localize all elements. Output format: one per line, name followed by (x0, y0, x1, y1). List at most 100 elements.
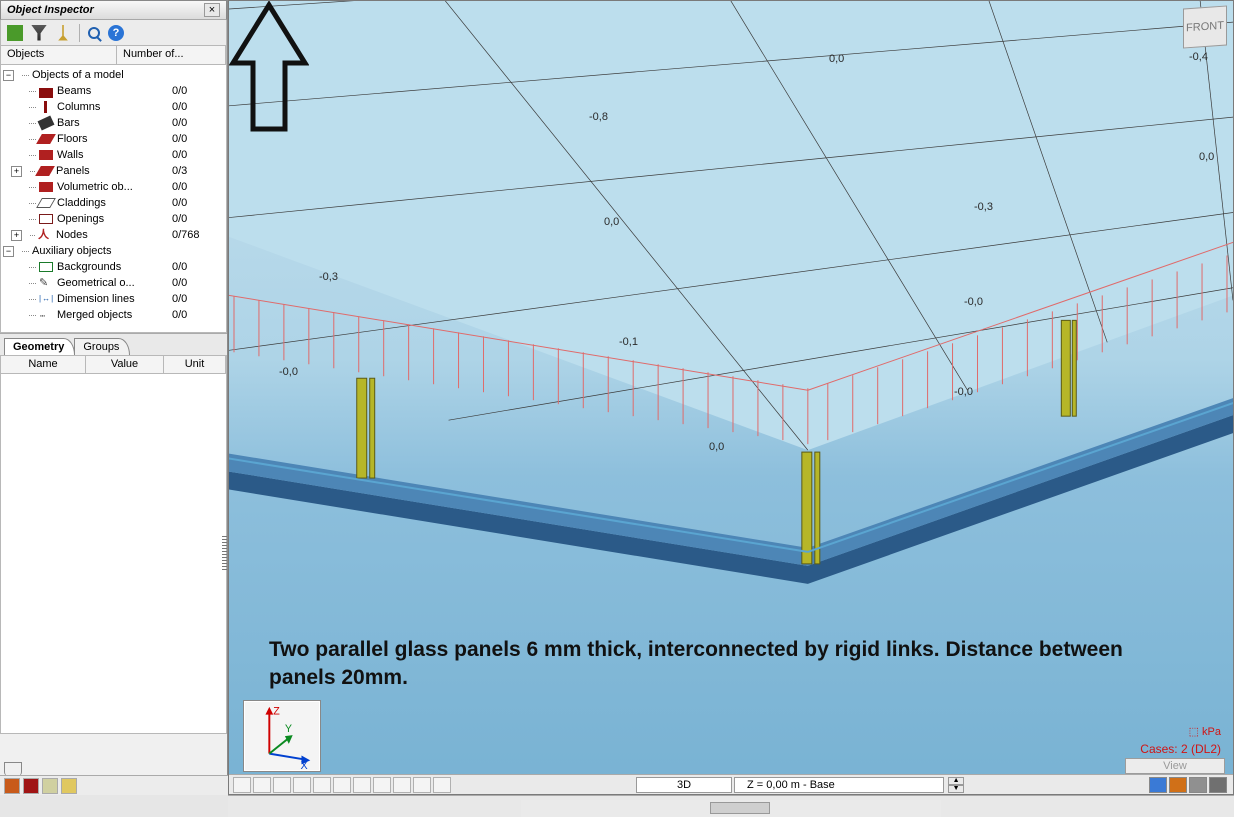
properties-body (0, 374, 227, 734)
axis-x-label: X (301, 760, 308, 771)
opening-icon (39, 214, 53, 224)
tree-item-floors[interactable]: ···· Floors 0/0 (3, 131, 224, 147)
status-icon-1[interactable] (4, 778, 20, 794)
wall-icon (39, 150, 53, 160)
bar-icon (38, 116, 55, 131)
tree-item-geometrical[interactable]: ···· ✎ Geometrical o... 0/0 (3, 275, 224, 291)
collapse-icon[interactable]: − (3, 70, 14, 81)
axis-z-label: Z (273, 706, 280, 718)
tree-item-merged[interactable]: ···· ··· Merged objects 0/0 (3, 307, 224, 323)
tree-item-backgrounds[interactable]: ···· Backgrounds 0/0 (3, 259, 224, 275)
status-icon-2[interactable] (23, 778, 39, 794)
expand-icon[interactable]: + (11, 166, 22, 177)
tree-item-columns[interactable]: ···· Columns 0/0 (3, 99, 224, 115)
dim-label: 0,0 (829, 53, 844, 65)
vp-tool-2[interactable] (253, 777, 271, 793)
column-icon (39, 102, 53, 112)
tree-item-walls[interactable]: ···· Walls 0/0 (3, 147, 224, 163)
tree-root-aux[interactable]: − ···· Auxiliary objects (3, 243, 224, 259)
plane-stepper[interactable]: ▲ ▼ (948, 777, 964, 793)
tree-item-dimension[interactable]: ···· |↔| Dimension lines 0/0 (3, 291, 224, 307)
merged-icon: ··· (39, 310, 53, 320)
tree-item-beams[interactable]: ···· Beams 0/0 (3, 83, 224, 99)
col-number-label[interactable]: Number of... (117, 46, 226, 64)
floor-icon (36, 134, 56, 144)
tree-item-nodes[interactable]: + ··· 人 Nodes 0/768 (3, 227, 224, 243)
vp-tool-8[interactable] (373, 777, 391, 793)
vp-tool-7[interactable] (353, 777, 371, 793)
resize-handle[interactable] (222, 536, 227, 572)
prop-col-unit[interactable]: Unit (164, 356, 226, 373)
vp-tool-9[interactable] (393, 777, 411, 793)
dim-label: -0,0 (954, 386, 973, 398)
tab-geometry[interactable]: Geometry (4, 338, 75, 355)
hourglass-icon[interactable] (55, 25, 71, 41)
vp-right-icon-2[interactable] (1169, 777, 1187, 793)
search-icon[interactable] (88, 27, 100, 39)
axis-triad[interactable]: Z X Y (243, 700, 321, 772)
filter-select-icon[interactable] (7, 25, 23, 41)
vp-right-icon-3[interactable] (1189, 777, 1207, 793)
dim-label: -0,4 (1189, 51, 1208, 63)
btab-1[interactable] (4, 762, 22, 776)
unit-indicator: ⬚ kPa (1189, 724, 1221, 738)
prop-col-value[interactable]: Value (86, 356, 164, 373)
dimension-icon: |↔| (39, 294, 53, 304)
step-up-icon[interactable]: ▲ (948, 777, 964, 785)
vp-tool-5[interactable] (313, 777, 331, 793)
dim-label: -0,3 (319, 271, 338, 283)
axis-y-label: Y (285, 723, 292, 735)
viewport-statusbar: 3D Z = 0,00 m - Base ▲ ▼ (229, 774, 1233, 794)
geometrical-icon: ✎ (39, 278, 53, 288)
dim-label: -0,3 (974, 201, 993, 213)
collapse-icon[interactable]: − (3, 246, 14, 257)
vp-tool-6[interactable] (333, 777, 351, 793)
panel-title-text: Object Inspector (7, 4, 94, 16)
3d-viewport[interactable]: 0,0 -0,4 -0,8 0,0 0,0 -0,3 -0,3 -0,0 -0,… (228, 0, 1234, 795)
tab-groups[interactable]: Groups (74, 338, 130, 355)
vp-tool-4[interactable] (293, 777, 311, 793)
case-indicator: Cases: 2 (DL2) (1140, 742, 1221, 756)
cladding-icon (36, 198, 56, 208)
vp-right-icon-1[interactable] (1149, 777, 1167, 793)
tree-header: Objects Number of... (0, 46, 227, 65)
funnel-icon[interactable] (31, 25, 47, 41)
view-cube[interactable]: FRONT (1183, 5, 1227, 48)
vp-tool-11[interactable] (433, 777, 451, 793)
beam-icon (39, 88, 53, 98)
view-tab-3d[interactable]: 3D (636, 777, 732, 793)
step-down-icon[interactable]: ▼ (948, 785, 964, 793)
object-inspector-panel: Object Inspector × ? Objects Number of..… (0, 0, 228, 795)
dim-label: -0,0 (279, 366, 298, 378)
prop-col-name[interactable]: Name (1, 356, 86, 373)
object-tree[interactable]: − ···· Objects of a model ···· Beams 0/0… (0, 65, 227, 333)
volumetric-icon (39, 182, 53, 192)
vp-tool-10[interactable] (413, 777, 431, 793)
status-icon-4[interactable] (61, 778, 77, 794)
vp-right-icon-4[interactable] (1209, 777, 1227, 793)
h-scrollbar[interactable] (521, 800, 941, 817)
panel-title-bar[interactable]: Object Inspector × (0, 0, 227, 20)
scrollbar-thumb[interactable] (710, 802, 770, 814)
vp-tool-1[interactable] (233, 777, 251, 793)
tree-root-model[interactable]: − ···· Objects of a model (3, 67, 224, 83)
col-objects-label[interactable]: Objects (1, 46, 117, 64)
tree-item-bars[interactable]: ···· Bars 0/0 (3, 115, 224, 131)
tree-item-openings[interactable]: ···· Openings 0/0 (3, 211, 224, 227)
expand-icon[interactable]: + (11, 230, 22, 241)
tree-item-volumetric[interactable]: ···· Volumetric ob... 0/0 (3, 179, 224, 195)
left-statusbar (0, 775, 228, 795)
coord-readout[interactable]: Z = 0,00 m - Base (734, 777, 944, 793)
view-mode-label[interactable]: View (1125, 758, 1225, 774)
help-icon[interactable]: ? (108, 25, 124, 41)
tree-item-panels[interactable]: + ··· Panels 0/3 (3, 163, 224, 179)
dim-label: -0,8 (589, 111, 608, 123)
panel-close-button[interactable]: × (204, 3, 220, 17)
status-icon-3[interactable] (42, 778, 58, 794)
inspector-toolbar: ? (0, 20, 227, 46)
dim-label: -0,1 (619, 336, 638, 348)
vp-tool-3[interactable] (273, 777, 291, 793)
bottom-tabs (0, 760, 228, 776)
app-bottom-scroll (228, 795, 1234, 817)
tree-item-claddings[interactable]: ···· Claddings 0/0 (3, 195, 224, 211)
